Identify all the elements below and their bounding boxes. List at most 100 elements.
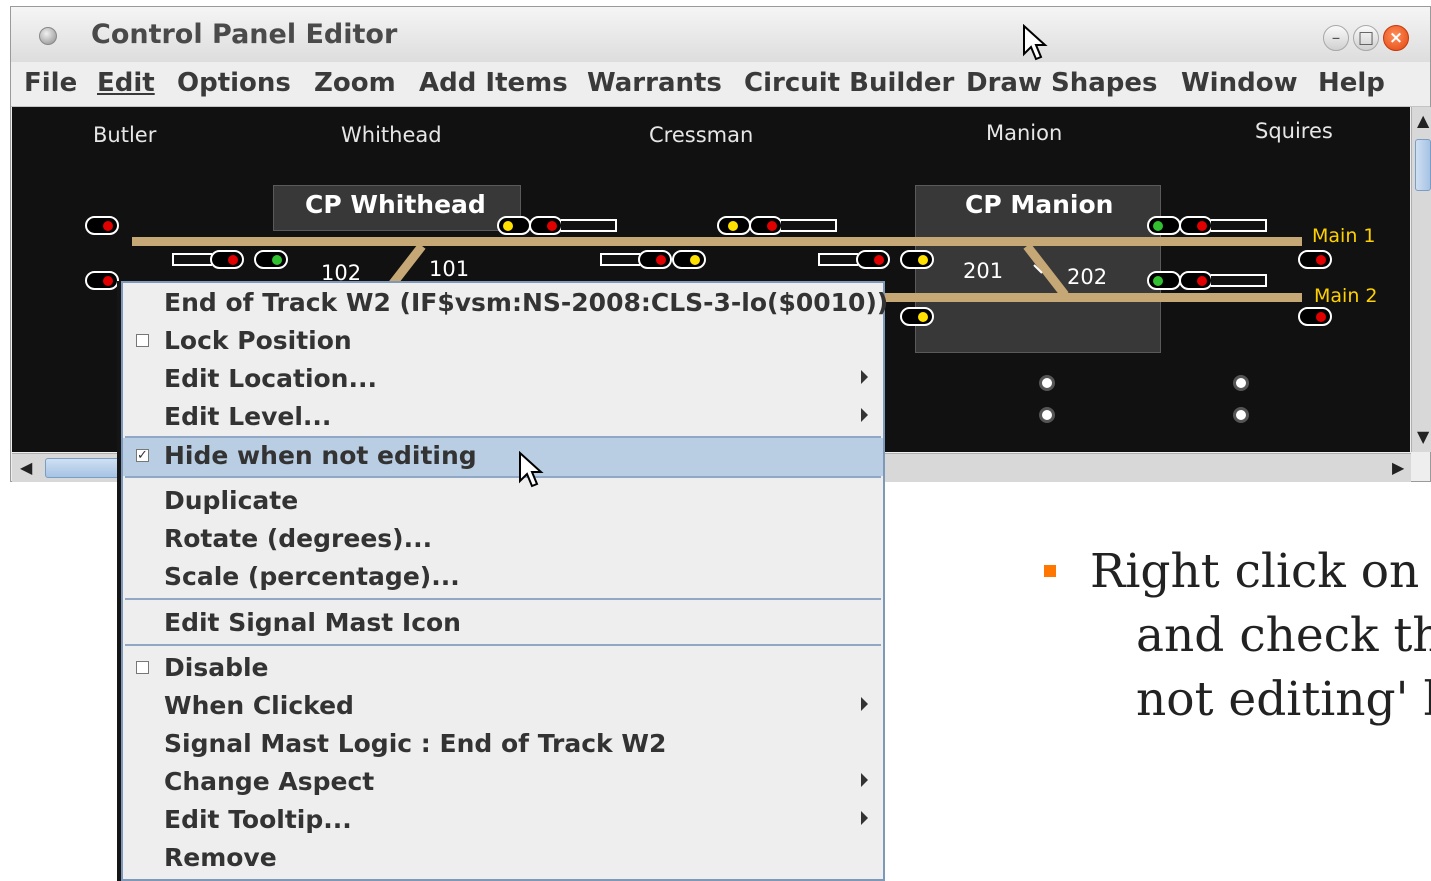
checkbox-icon[interactable]: [136, 334, 149, 347]
menu-item-hide-when-not-editing[interactable]: ✓ Hide when not editing: [123, 438, 883, 476]
signal-mast-icon[interactable]: [672, 250, 706, 269]
scroll-right-arrow-icon[interactable]: ▶: [1392, 458, 1404, 477]
signal-mast-icon[interactable]: [900, 250, 934, 269]
signal-mast-icon[interactable]: [85, 271, 119, 290]
menu-item-label: Hide when not editing: [164, 441, 477, 470]
signal-mast-icon[interactable]: [529, 216, 563, 235]
menu-edit[interactable]: Edit: [97, 68, 155, 98]
signal-mast-icon[interactable]: [900, 307, 934, 326]
signal-mast-post: [818, 253, 858, 266]
menu-draw-shapes[interactable]: Draw Shapes: [966, 68, 1158, 98]
sensor-indicator[interactable]: [1233, 375, 1249, 391]
menu-item-label: Change Aspect: [164, 767, 375, 796]
signal-mast-icon[interactable]: [1298, 250, 1332, 269]
menu-circuit-builder[interactable]: Circuit Builder: [744, 68, 954, 98]
maximize-button[interactable]: □: [1353, 25, 1379, 51]
menu-file[interactable]: File: [24, 68, 77, 98]
sensor-indicator[interactable]: [1233, 407, 1249, 423]
switch-label-202: 202: [1067, 265, 1108, 289]
submenu-arrow-icon: [861, 408, 868, 422]
menu-add-items[interactable]: Add Items: [419, 68, 568, 98]
signal-mast-icon[interactable]: [85, 216, 119, 235]
signal-mast-icon[interactable]: [717, 216, 751, 235]
scroll-left-arrow-icon[interactable]: ◀: [20, 458, 32, 477]
submenu-arrow-icon: [861, 811, 868, 825]
minimize-button[interactable]: –: [1323, 25, 1349, 51]
menu-item-label: Disable: [164, 653, 269, 682]
menu-item-duplicate[interactable]: Duplicate: [123, 483, 883, 521]
menu-item-edit-location[interactable]: Edit Location...: [123, 361, 883, 399]
menu-help[interactable]: Help: [1318, 68, 1385, 98]
note-line-1: Right click on e: [1090, 544, 1431, 599]
submenu-arrow-icon: [861, 773, 868, 787]
menu-item-remove[interactable]: Remove: [123, 840, 883, 878]
menu-item-label: When Clicked: [164, 691, 354, 720]
signal-mast-icon[interactable]: [749, 216, 783, 235]
menu-item-label: Scale (percentage)...: [164, 562, 460, 591]
menu-item-edit-signal-mast-icon[interactable]: Edit Signal Mast Icon: [123, 605, 883, 643]
signal-mast-post: [172, 253, 212, 266]
menu-separator: [125, 476, 881, 478]
note-line-3: not editing' bo: [1136, 672, 1431, 727]
signal-mast-post: [1211, 274, 1267, 287]
signal-mast-icon[interactable]: [1147, 271, 1181, 290]
menu-item-edit-tooltip[interactable]: Edit Tooltip...: [123, 802, 883, 840]
scroll-up-arrow-icon[interactable]: ▲: [1417, 111, 1429, 130]
checkbox-icon[interactable]: [136, 661, 149, 674]
menu-separator: [125, 644, 881, 646]
signal-mast-icon[interactable]: [638, 250, 672, 269]
menu-item-lock-position[interactable]: Lock Position: [123, 323, 883, 361]
vertical-scroll-thumb[interactable]: [1415, 139, 1431, 191]
menu-window[interactable]: Window: [1181, 68, 1298, 98]
signal-mast-post: [600, 253, 640, 266]
menu-warrants[interactable]: Warrants: [587, 68, 722, 98]
signal-mast-icon[interactable]: [1179, 216, 1213, 235]
checkbox-checked-icon[interactable]: ✓: [136, 449, 149, 462]
close-button[interactable]: ×: [1383, 25, 1409, 51]
signal-mast-context-menu: End of Track W2 (IF$vsm:NS-2008:CLS-3-lo…: [121, 281, 888, 881]
signal-mast-post: [781, 219, 837, 232]
switch-label-101: 101: [429, 257, 470, 281]
menu-zoom[interactable]: Zoom: [314, 68, 396, 98]
scroll-down-arrow-icon[interactable]: ▼: [1417, 427, 1429, 446]
signal-mast-icon[interactable]: [1179, 271, 1213, 290]
note-line-2: and check the: [1136, 608, 1431, 663]
menu-item-label: Duplicate: [164, 486, 299, 515]
bullet-icon: [1044, 565, 1056, 577]
menu-item-label: Remove: [164, 843, 277, 872]
menu-item-disable[interactable]: Disable: [123, 650, 883, 688]
menu-item-signal-mast-logic[interactable]: Signal Mast Logic : End of Track W2: [123, 726, 883, 764]
menu-item-mast-name: End of Track W2 (IF$vsm:NS-2008:CLS-3-lo…: [123, 285, 888, 323]
signal-mast-icon[interactable]: [1298, 307, 1332, 326]
vertical-scrollbar[interactable]: ▲ ▼: [1411, 107, 1431, 452]
menu-item-label: Signal Mast Logic : End of Track W2: [164, 729, 667, 758]
signal-mast-icon[interactable]: [856, 250, 890, 269]
menu-options[interactable]: Options: [177, 68, 291, 98]
menu-item-label: Edit Signal Mast Icon: [164, 608, 461, 637]
submenu-arrow-icon: [861, 370, 868, 384]
mouse-pointer-icon: [519, 451, 544, 488]
track-label-main-1: Main 1: [1312, 225, 1376, 247]
menu-item-label: Lock Position: [164, 326, 352, 355]
menu-item-label: Edit Level...: [164, 402, 332, 431]
menu-item-change-aspect[interactable]: Change Aspect: [123, 764, 883, 802]
sensor-indicator[interactable]: [1039, 407, 1055, 423]
menu-item-when-clicked[interactable]: When Clicked: [123, 688, 883, 726]
signal-mast-post: [1211, 219, 1267, 232]
switch-label-201: 201: [963, 259, 1004, 283]
window-menu-icon[interactable]: [39, 27, 57, 45]
menu-item-label: End of Track W2 (IF$vsm:NS-2008:CLS-3-lo…: [164, 288, 889, 317]
menu-separator: [125, 598, 881, 600]
signal-mast-icon[interactable]: [254, 250, 288, 269]
menu-item-edit-level[interactable]: Edit Level...: [123, 399, 883, 437]
window-title: Control Panel Editor: [91, 19, 398, 50]
menu-item-scale[interactable]: Scale (percentage)...: [123, 559, 883, 597]
signal-mast-icon[interactable]: [1147, 216, 1181, 235]
title-bar[interactable]: Control Panel Editor – □ ×: [11, 7, 1430, 62]
signal-mast-icon[interactable]: [497, 216, 531, 235]
menu-item-label: Rotate (degrees)...: [164, 524, 433, 553]
submenu-arrow-icon: [861, 697, 868, 711]
signal-mast-icon[interactable]: [210, 250, 244, 269]
sensor-indicator[interactable]: [1039, 375, 1055, 391]
menu-item-rotate[interactable]: Rotate (degrees)...: [123, 521, 883, 559]
